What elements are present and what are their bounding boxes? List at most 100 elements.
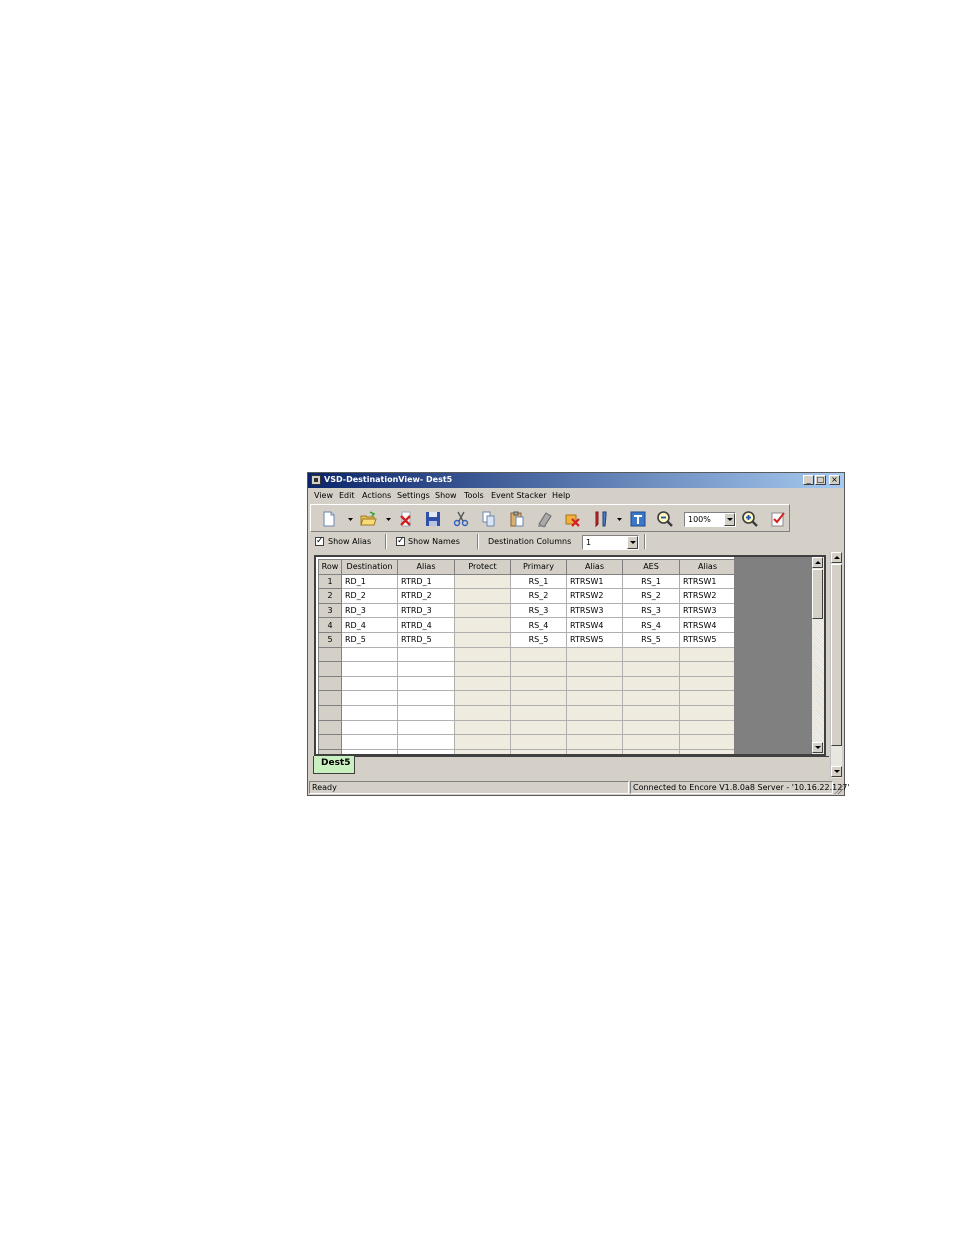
empty-cell[interactable] xyxy=(622,704,680,721)
empty-cell[interactable] xyxy=(341,690,398,706)
table-row[interactable]: 3 RD_3 RTRD_3 RS_3 RTRSW3 RS_3 RTRSW3 xyxy=(318,602,736,619)
menu-actions[interactable]: Actions xyxy=(362,491,391,500)
table-row[interactable]: 4 RD_4 RTRD_4 RS_4 RTRSW4 RS_4 RTRSW4 xyxy=(318,617,736,633)
cell-row-number[interactable]: 4 xyxy=(318,617,342,633)
table-row[interactable]: 1 RD_1 RTRD_1 RS_1 RTRSW1 RS_1 RTRSW1 xyxy=(318,573,736,590)
empty-row[interactable] xyxy=(318,646,736,663)
empty-cell[interactable] xyxy=(397,719,455,736)
menu-view[interactable]: View xyxy=(314,491,333,500)
save-icon[interactable] xyxy=(424,510,442,528)
cell-protect[interactable] xyxy=(454,631,511,648)
empty-cell[interactable] xyxy=(318,719,342,736)
cell-aes[interactable]: RS_5 xyxy=(622,631,680,648)
empty-cell[interactable] xyxy=(622,661,680,677)
clear-icon[interactable] xyxy=(536,510,554,528)
empty-cell[interactable] xyxy=(679,704,736,721)
cell-aes[interactable]: RS_2 xyxy=(622,588,680,604)
empty-cell[interactable] xyxy=(510,748,567,754)
grid-scroll-down-button[interactable] xyxy=(812,742,823,753)
cell-primary[interactable]: RS_3 xyxy=(510,602,567,619)
empty-cell[interactable] xyxy=(397,704,455,721)
app-icon[interactable] xyxy=(311,475,321,485)
menu-show[interactable]: Show xyxy=(435,491,457,500)
empty-cell[interactable] xyxy=(454,734,511,750)
cell-aes[interactable]: RS_1 xyxy=(622,573,680,590)
cell-destination[interactable]: RD_4 xyxy=(341,617,398,633)
empty-cell[interactable] xyxy=(397,748,455,754)
empty-row[interactable] xyxy=(318,734,736,750)
cell-primary[interactable]: RS_2 xyxy=(510,588,567,604)
empty-cell[interactable] xyxy=(454,690,511,706)
cell-primary-alias[interactable]: RTRSW3 xyxy=(566,602,623,619)
cell-protect[interactable] xyxy=(454,602,511,619)
empty-cell[interactable] xyxy=(566,734,623,750)
empty-cell[interactable] xyxy=(679,719,736,736)
cell-destination[interactable]: RD_1 xyxy=(341,573,398,590)
cell-row-number[interactable]: 5 xyxy=(318,631,342,648)
cell-primary-alias[interactable]: RTRSW2 xyxy=(566,588,623,604)
cell-alias[interactable]: RTRD_3 xyxy=(397,602,455,619)
empty-cell[interactable] xyxy=(566,661,623,677)
scroll-up-button[interactable] xyxy=(831,552,842,563)
empty-cell[interactable] xyxy=(679,661,736,677)
cell-row-number[interactable]: 3 xyxy=(318,602,342,619)
zoom-combo[interactable]: 100% xyxy=(684,512,736,527)
empty-cell[interactable] xyxy=(566,646,623,663)
empty-cell[interactable] xyxy=(510,690,567,706)
empty-cell[interactable] xyxy=(679,675,736,692)
empty-cell[interactable] xyxy=(566,748,623,754)
cell-alias[interactable]: RTRD_1 xyxy=(397,573,455,590)
empty-cell[interactable] xyxy=(341,646,398,663)
empty-cell[interactable] xyxy=(318,748,342,754)
cell-aes-alias[interactable]: RTRSW3 xyxy=(679,602,736,619)
empty-cell[interactable] xyxy=(510,646,567,663)
column-header-destination[interactable]: Destination xyxy=(341,559,398,575)
show-alias-checkbox[interactable] xyxy=(315,535,324,547)
empty-cell[interactable] xyxy=(318,690,342,706)
empty-cell[interactable] xyxy=(454,646,511,663)
cell-destination[interactable]: RD_5 xyxy=(341,631,398,648)
menu-event-stacker[interactable]: Event Stacker xyxy=(491,491,547,500)
delete-icon[interactable] xyxy=(397,510,415,528)
empty-cell[interactable] xyxy=(318,734,342,750)
resize-grip-icon[interactable] xyxy=(833,784,843,794)
zoom-out-icon[interactable] xyxy=(656,510,674,528)
new-dropdown-icon[interactable] xyxy=(348,518,353,521)
empty-cell[interactable] xyxy=(318,646,342,663)
empty-cell[interactable] xyxy=(397,690,455,706)
minimize-button[interactable]: _ xyxy=(803,475,814,485)
empty-cell[interactable] xyxy=(566,675,623,692)
close-button[interactable]: × xyxy=(829,475,840,485)
empty-cell[interactable] xyxy=(622,734,680,750)
empty-cell[interactable] xyxy=(397,734,455,750)
empty-row[interactable] xyxy=(318,719,736,736)
destination-columns-dropdown-button[interactable] xyxy=(627,536,638,549)
empty-cell[interactable] xyxy=(341,748,398,754)
column-header-primary-alias[interactable]: Alias xyxy=(566,559,623,575)
menu-help[interactable]: Help xyxy=(552,491,570,500)
zoom-dropdown-button[interactable] xyxy=(724,513,735,526)
cell-protect[interactable] xyxy=(454,573,511,590)
menu-tools[interactable]: Tools xyxy=(464,491,484,500)
destination-columns-combo[interactable]: 1 xyxy=(582,535,639,550)
text-icon[interactable] xyxy=(629,510,647,528)
menu-edit[interactable]: Edit xyxy=(339,491,355,500)
cell-primary-alias[interactable]: RTRSW4 xyxy=(566,617,623,633)
show-names-label[interactable]: Show Names xyxy=(408,537,460,546)
empty-cell[interactable] xyxy=(454,719,511,736)
empty-cell[interactable] xyxy=(622,646,680,663)
empty-cell[interactable] xyxy=(454,661,511,677)
cell-aes-alias[interactable]: RTRSW1 xyxy=(679,573,736,590)
empty-cell[interactable] xyxy=(341,675,398,692)
cell-protect[interactable] xyxy=(454,588,511,604)
empty-cell[interactable] xyxy=(510,661,567,677)
cell-aes-alias[interactable]: RTRSW2 xyxy=(679,588,736,604)
tab-dest5[interactable]: Dest5 xyxy=(313,756,355,774)
cell-alias[interactable]: RTRD_2 xyxy=(397,588,455,604)
empty-cell[interactable] xyxy=(679,734,736,750)
empty-cell[interactable] xyxy=(397,675,455,692)
checklist-icon[interactable] xyxy=(769,510,787,528)
empty-cell[interactable] xyxy=(679,748,736,754)
tools-dropdown-icon[interactable] xyxy=(617,518,622,521)
menu-settings[interactable]: Settings xyxy=(397,491,430,500)
